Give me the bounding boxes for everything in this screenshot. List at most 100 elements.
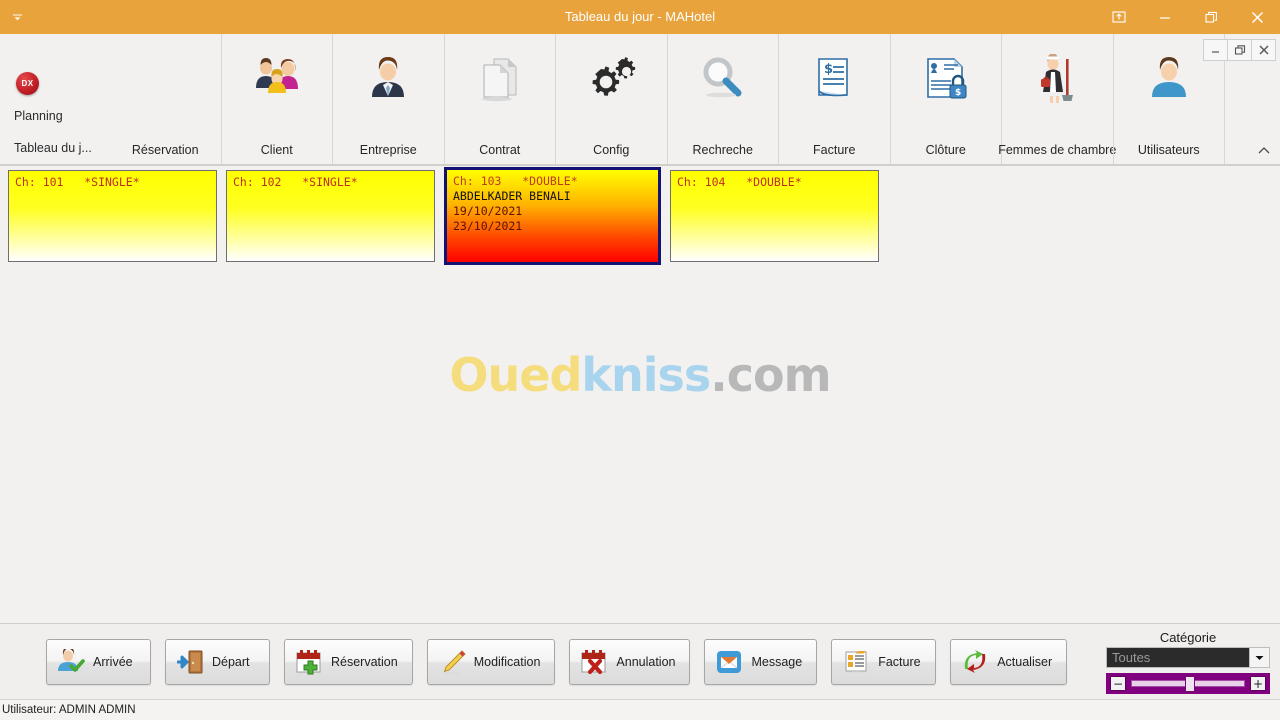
actualiser-label: Actualiser <box>997 654 1053 669</box>
ribbon-group-client-label: Client <box>260 143 293 157</box>
mdi-window-controls <box>1203 39 1276 61</box>
watermark-part-2: kniss <box>581 348 711 402</box>
annulation-button[interactable]: Annulation <box>569 638 691 685</box>
ribbon-group-recherche-label: Rechreche <box>692 143 753 157</box>
restore-icon[interactable] <box>1188 0 1234 34</box>
invoice-list-icon <box>842 648 870 676</box>
ribbon-group-contrat[interactable]: Contrat <box>443 34 556 164</box>
actualiser-button[interactable]: Actualiser <box>950 638 1068 685</box>
room-103-date-in: 19/10/2021 <box>453 204 523 218</box>
ribbon-group-femmes-de-chambre[interactable]: Femmes de chambre <box>998 34 1117 164</box>
annulation-label: Annulation <box>616 654 676 669</box>
zoom-out-button[interactable]: − <box>1110 676 1126 691</box>
ribbon-group-entreprise[interactable]: Entreprise <box>332 34 444 164</box>
svg-text:$: $ <box>955 88 961 98</box>
arrivee-label: Arrivée <box>93 654 133 669</box>
ribbon-group-facture-label: Facture <box>813 143 856 157</box>
zoom-in-button[interactable]: + <box>1250 676 1266 691</box>
category-panel: Catégorie Toutes − + <box>1106 630 1270 694</box>
housekeeper-icon <box>1034 48 1080 110</box>
room-board: Ch: 101 *SINGLE* Ch: 102 *SINGLE* Ch: 10… <box>0 165 1280 623</box>
title-bar: Tableau du jour - MAHotel <box>0 0 1280 34</box>
nav-item-tableau-du-jour[interactable]: Tableau du j... <box>0 132 110 164</box>
departure-icon <box>176 648 204 676</box>
rooms-list: Ch: 101 *SINGLE* Ch: 102 *SINGLE* Ch: 10… <box>8 167 879 265</box>
refresh-icon <box>961 648 989 676</box>
facture-button[interactable]: Facture <box>831 638 937 685</box>
mail-icon <box>715 648 743 676</box>
documents-icon <box>477 48 523 110</box>
arrival-icon <box>57 648 85 676</box>
svg-text:$: $ <box>824 62 833 77</box>
mdi-close-icon[interactable] <box>1251 39 1276 61</box>
room-card-103[interactable]: Ch: 103 *DOUBLE* ABDELKADER BENALI 19/10… <box>444 167 661 265</box>
depart-label: Départ <box>212 654 250 669</box>
mdi-minimize-icon[interactable] <box>1203 39 1228 61</box>
room-card-101[interactable]: Ch: 101 *SINGLE* <box>8 170 217 262</box>
ribbon-groups: Réservation Client Entreprise Contrat Co… <box>110 34 1280 164</box>
magnifier-icon <box>699 48 747 110</box>
ribbon-group-client[interactable]: Client <box>220 34 333 164</box>
room-101-header: Ch: 101 *SINGLE* <box>15 175 140 189</box>
ribbon-group-contrat-label: Contrat <box>479 143 521 157</box>
nav-item-planning[interactable]: Planning <box>0 100 110 132</box>
application-window: Tableau du jour - MAHotel DX Planning Ta… <box>0 0 1280 720</box>
room-102-header: Ch: 102 *SINGLE* <box>233 175 358 189</box>
room-103-date-out: 23/10/2021 <box>453 219 523 233</box>
category-selected-value: Toutes <box>1112 650 1151 665</box>
nav-item-tableau-du-jour-label: Tableau du j... <box>14 141 92 155</box>
chevron-down-icon[interactable] <box>1249 648 1269 667</box>
reservation-label: Réservation <box>331 654 398 669</box>
category-select[interactable]: Toutes <box>1106 647 1270 668</box>
ribbon-group-cloture-label: Clôture <box>925 143 966 157</box>
watermark: Ouedkniss.com <box>0 348 1280 402</box>
room-card-104[interactable]: Ch: 104 *DOUBLE* <box>670 170 879 262</box>
ribbon-nav-column: Planning Tableau du j... <box>0 34 110 164</box>
nav-item-planning-label: Planning <box>14 109 63 123</box>
minimize-icon[interactable] <box>1142 0 1188 34</box>
facture-label: Facture <box>878 654 921 669</box>
pencil-icon <box>438 648 466 676</box>
modification-label: Modification <box>473 654 541 669</box>
window-title: Tableau du jour - MAHotel <box>564 9 716 24</box>
message-button[interactable]: Message <box>704 638 818 685</box>
ribbon-group-facture[interactable]: $ Facture <box>778 34 890 164</box>
zoom-slider-track[interactable] <box>1131 676 1245 692</box>
depart-button[interactable]: Départ <box>165 638 270 685</box>
window-controls <box>1096 0 1280 34</box>
zoom-slider[interactable]: − + <box>1106 673 1270 694</box>
room-104-header: Ch: 104 *DOUBLE* <box>677 175 802 189</box>
calendar-delete-icon <box>580 648 608 676</box>
watermark-part-3: .com <box>710 348 831 402</box>
calendar-add-icon <box>295 648 323 676</box>
ribbon-group-reservation[interactable]: Réservation <box>110 34 221 164</box>
room-103-header: Ch: 103 *DOUBLE* <box>453 174 578 188</box>
room-card-102[interactable]: Ch: 102 *SINGLE* <box>226 170 435 262</box>
ribbon-group-recherche[interactable]: Rechreche <box>666 34 779 164</box>
ribbon-options-icon[interactable] <box>1096 0 1142 34</box>
close-icon[interactable] <box>1234 0 1280 34</box>
room-103-guest: ABDELKADER BENALI <box>453 189 571 203</box>
lock-document-icon: $ <box>922 48 970 110</box>
reservation-button[interactable]: Réservation <box>284 638 413 685</box>
chevron-up-icon[interactable] <box>1254 140 1274 160</box>
ribbon-group-config-label: Config <box>593 143 630 157</box>
quick-access-chevron-down-icon[interactable] <box>0 0 34 34</box>
ribbon-group-cloture[interactable]: $ Clôture <box>889 34 1002 164</box>
ribbon-group-config[interactable]: Config <box>555 34 667 164</box>
ribbon-toolbar: DX Planning Tableau du j... Réservation <box>0 34 1280 165</box>
invoice-icon: $ <box>811 48 857 110</box>
ribbon-group-entreprise-label: Entreprise <box>359 143 417 157</box>
arrivee-button[interactable]: Arrivée <box>46 638 151 685</box>
mdi-restore-icon[interactable] <box>1227 39 1252 61</box>
ribbon-group-reservation-label: Réservation <box>131 143 199 157</box>
gears-icon <box>585 48 637 110</box>
action-toolbar: Arrivée Départ Réservation Modification … <box>0 623 1280 699</box>
clients-group-icon <box>252 48 302 110</box>
message-label: Message <box>751 654 803 669</box>
watermark-part-1: Oued <box>449 348 582 402</box>
status-bar: Utilisateur: ADMIN ADMIN <box>0 699 1280 720</box>
modification-button[interactable]: Modification <box>426 638 556 685</box>
ribbon-group-femmes-de-chambre-label: Femmes de chambre <box>998 143 1117 157</box>
zoom-slider-thumb[interactable] <box>1184 676 1195 692</box>
